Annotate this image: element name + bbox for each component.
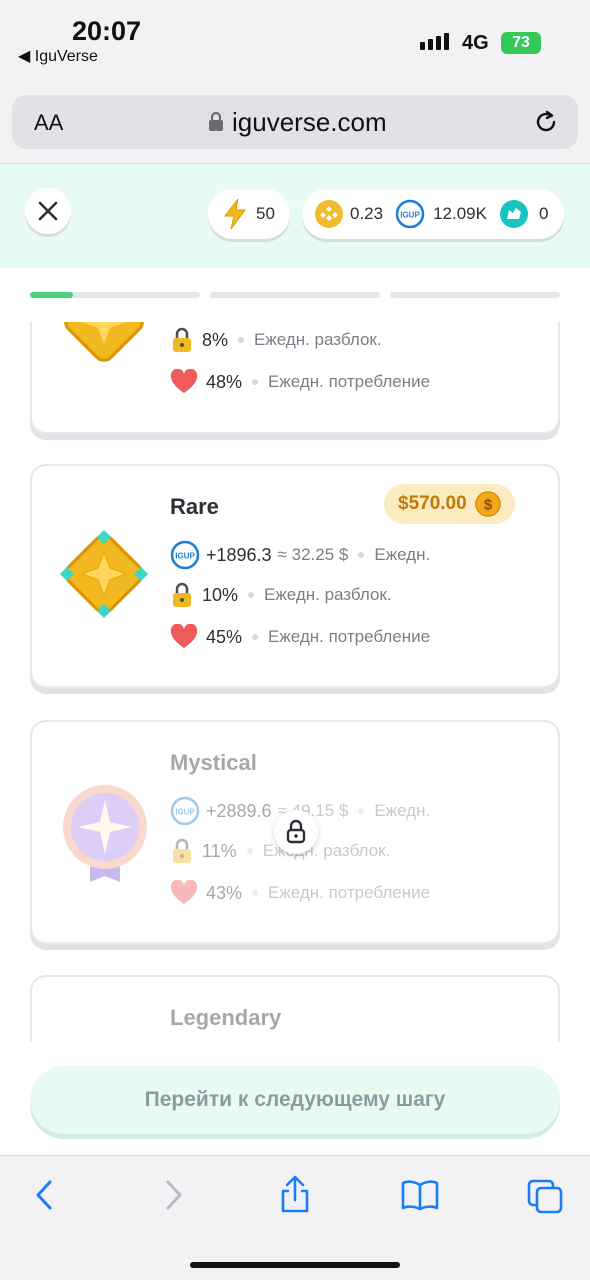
consumption-value: 45% <box>206 626 243 647</box>
igup-coin-icon: IGUP <box>170 796 200 826</box>
tier-name: Legendary <box>170 1005 282 1030</box>
bnb-coin-icon <box>315 200 343 228</box>
unlock-row: 10% Ежедн. разблок. <box>170 582 392 608</box>
unlock-label: Ежедн. разблок. <box>254 330 382 349</box>
reload-icon[interactable] <box>532 108 560 136</box>
igup-coin-icon: IGUP <box>170 540 200 570</box>
progress-segment <box>30 292 200 298</box>
separator-dot <box>252 379 259 385</box>
heart-icon <box>170 369 198 393</box>
energy-pill[interactable]: 50 <box>208 189 290 239</box>
separator-dot <box>252 634 259 640</box>
forward-arrow-icon[interactable] <box>158 1178 188 1212</box>
separator-dot <box>252 890 259 896</box>
browser-address-area: AA iguverse.com <box>0 90 590 164</box>
url-text[interactable]: iguverse.com <box>232 107 387 138</box>
igup-coin-label: IGUP <box>175 808 195 817</box>
consumption-row: 45% Ежедн. потребление <box>170 624 430 650</box>
signal-icon <box>420 33 449 50</box>
separator-dot <box>358 552 365 558</box>
unlock-value: 11% <box>202 840 237 861</box>
padlock-icon <box>173 582 191 607</box>
consumption-label: Ежедн. потребление <box>268 372 431 391</box>
price-badge[interactable]: $570.00 $ <box>384 484 515 524</box>
income-label: Ежедн. <box>374 545 431 564</box>
padlock-icon <box>173 838 191 863</box>
income-value: +2889.6 <box>206 800 272 821</box>
separator-dot <box>238 337 245 343</box>
consumption-value: 48% <box>206 371 243 392</box>
igup-coin-icon: IGUP <box>395 199 425 229</box>
status-bar: 20:07 ◀ IguVerse 4G 73 <box>0 0 590 90</box>
battery-indicator: 73 <box>501 32 541 54</box>
income-usd: ≈ 32.25 $ <box>277 545 349 564</box>
svg-text:$: $ <box>484 497 493 514</box>
home-indicator <box>190 1262 400 1268</box>
unlock-value: 8% <box>202 329 229 350</box>
igup-coin-label: IGUP <box>400 211 420 220</box>
heart-icon <box>170 880 198 904</box>
tier-card-legendary[interactable]: Legendary <box>30 975 560 1042</box>
clock: 20:07 <box>72 16 142 46</box>
income-label: Ежедн. <box>374 801 431 820</box>
tier-card-rare[interactable]: Rare $570.00 $ IGUP +1896.3 ≈ 32.25 $ Еж… <box>30 464 560 688</box>
consumption-value: 43% <box>206 882 243 903</box>
token-coin-icon <box>499 200 528 228</box>
igup-balance: 12.09K <box>433 204 487 223</box>
text-size-button[interactable]: AA <box>34 110 63 136</box>
bnb-balance: 0.23 <box>350 204 384 223</box>
balances-pill[interactable]: 0.23 IGUP 12.09K 0 <box>302 189 564 239</box>
separator-dot <box>246 848 253 854</box>
price-value: $570.00 <box>398 493 467 514</box>
consumption-label: Ежедн. потребление <box>268 883 431 902</box>
income-value: +1896.3 <box>206 544 272 565</box>
tier-name: Mystical <box>170 750 257 775</box>
heart-icon <box>170 624 198 648</box>
separator-dot <box>248 592 255 598</box>
locked-badge <box>274 810 318 854</box>
network-label: 4G <box>462 32 489 54</box>
close-icon <box>38 201 58 221</box>
tier-name: Rare <box>170 494 219 519</box>
unlock-value: 10% <box>202 584 239 605</box>
tier-list[interactable]: 8% Ежедн. разблок. 48% Ежедн. потреблени… <box>0 322 590 1042</box>
gold-diamond-badge-icon <box>59 529 149 619</box>
energy-value: 50 <box>256 204 275 223</box>
igup-coin-label: IGUP <box>175 552 195 561</box>
consumption-label: Ежедн. потребление <box>268 627 431 646</box>
app-header: 50 0.23 IGUP 12.09K 0 <box>0 164 590 268</box>
back-to-app-link[interactable]: ◀ IguVerse <box>18 46 98 66</box>
back-arrow-icon[interactable] <box>30 1178 60 1212</box>
address-bar[interactable]: AA iguverse.com <box>12 95 578 149</box>
lightning-icon <box>223 198 246 230</box>
consumption-row: 43% Ежедн. потребление <box>170 880 430 906</box>
tier-card[interactable]: 8% Ежедн. разблок. 48% Ежедн. потреблени… <box>30 322 560 434</box>
progress-fill <box>30 292 73 298</box>
unlock-row: 8% Ежедн. разблок. <box>170 327 382 353</box>
lock-icon <box>209 112 223 131</box>
unlock-label: Ежедн. разблок. <box>264 585 392 604</box>
padlock-outline-icon <box>286 819 306 844</box>
share-icon[interactable] <box>278 1174 312 1214</box>
tabs-icon[interactable] <box>526 1178 564 1214</box>
next-step-button[interactable]: Перейти к следующему шагу <box>30 1066 560 1134</box>
bookmarks-icon[interactable] <box>400 1178 440 1212</box>
padlock-icon <box>173 327 191 352</box>
separator-dot <box>358 808 365 814</box>
gold-diamond-badge-icon <box>64 322 144 362</box>
token-balance: 0 <box>538 204 549 223</box>
consumption-row: 48% Ежедн. потребление <box>170 369 430 395</box>
close-button[interactable] <box>25 188 71 234</box>
progress-segment <box>390 292 560 298</box>
income-row: IGUP +1896.3 ≈ 32.25 $ Ежедн. <box>170 540 430 570</box>
dollar-coin-icon: $ <box>474 491 501 517</box>
progress-segment <box>210 292 380 298</box>
purple-medal-badge-icon <box>63 785 147 882</box>
